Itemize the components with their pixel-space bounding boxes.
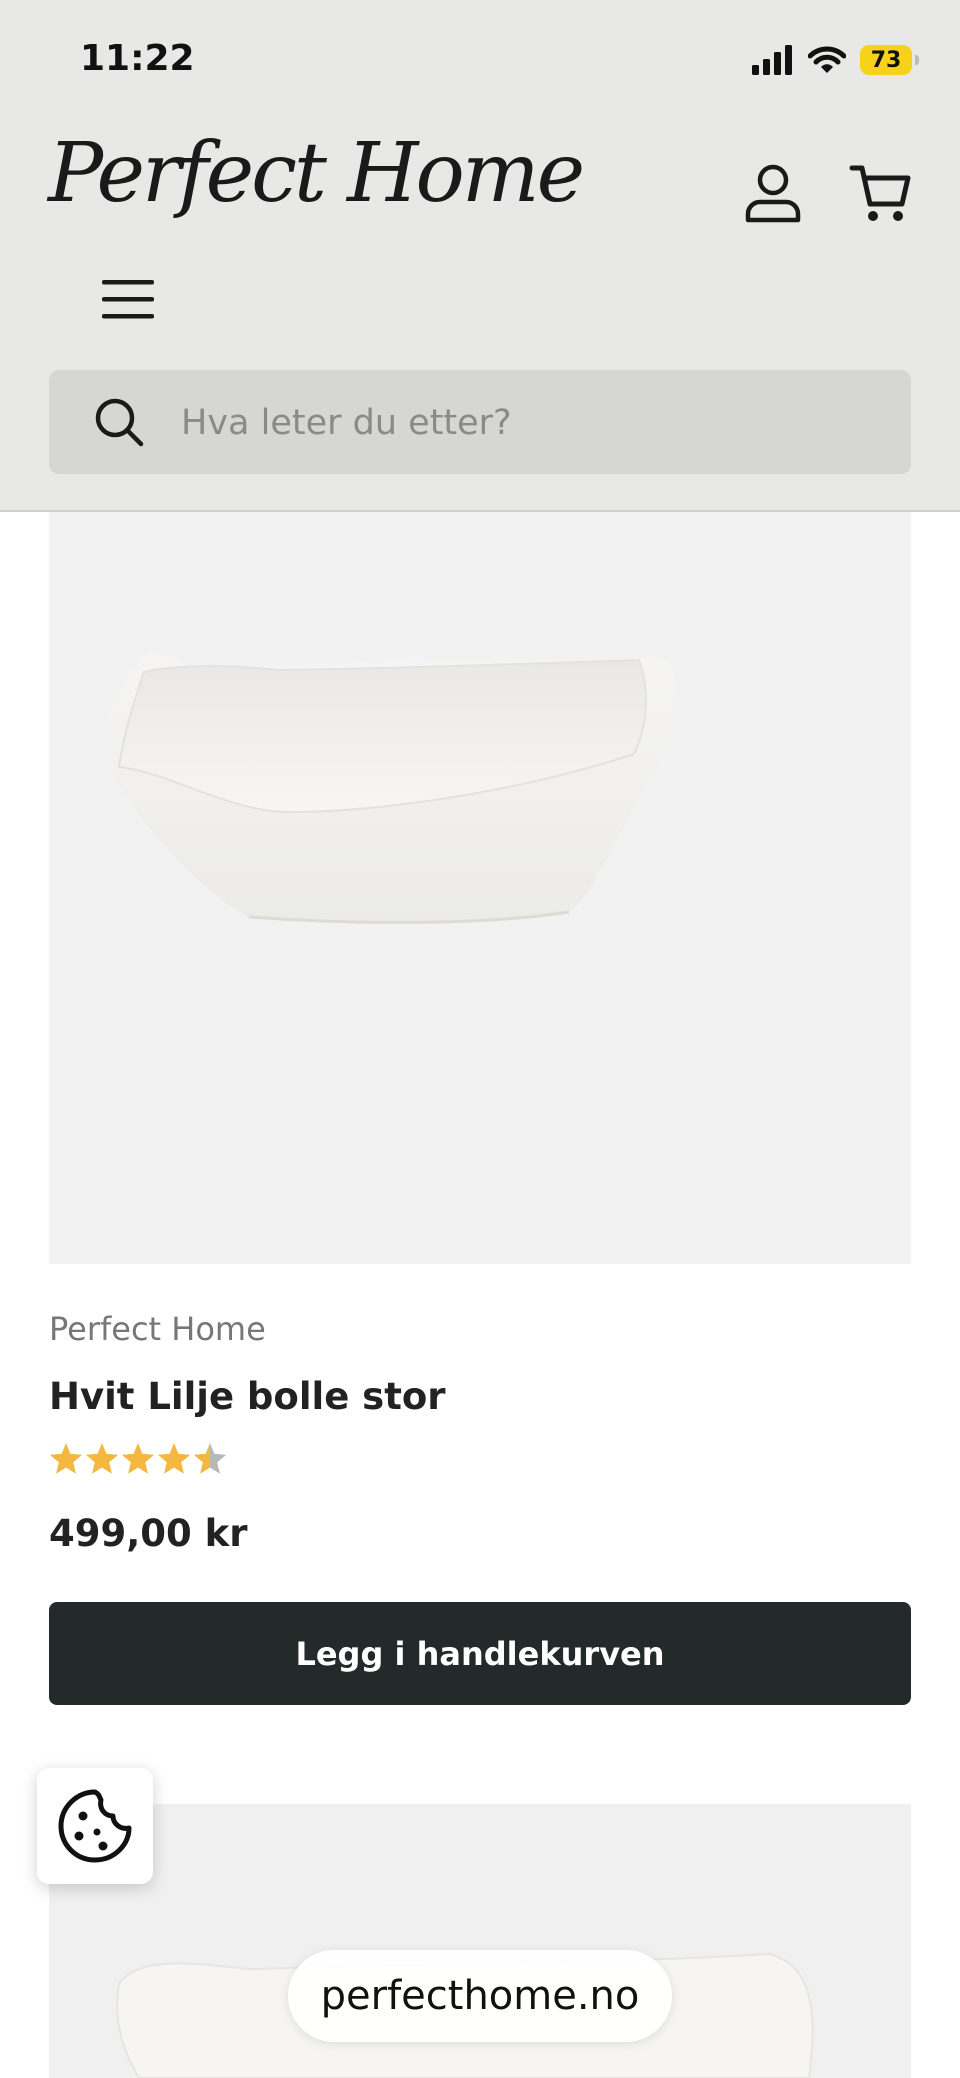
url-text: perfecthome.no	[320, 1973, 640, 2019]
rating-star	[49, 1443, 83, 1474]
cart-button[interactable]	[848, 160, 914, 226]
status-icons: 73	[752, 40, 919, 80]
product-image[interactable]	[49, 512, 911, 1264]
cookie-icon	[58, 1789, 132, 1863]
site-header: 11:22 73 Perfect Home	[0, 0, 960, 512]
product-rating	[49, 1440, 249, 1480]
product-price: 499,00 kr	[49, 1512, 248, 1555]
rating-star	[121, 1443, 155, 1474]
rating-star	[193, 1443, 227, 1474]
rating-star	[85, 1443, 119, 1474]
search-input[interactable]	[179, 370, 883, 476]
user-icon	[745, 164, 801, 223]
site-logo[interactable]: Perfect Home	[48, 118, 585, 258]
account-button[interactable]	[740, 160, 806, 226]
wifi-icon	[808, 46, 846, 73]
hamburger-icon	[102, 280, 154, 319]
cookie-settings-button[interactable]	[37, 1768, 153, 1884]
rating-star	[157, 1443, 191, 1474]
status-time: 11:22	[80, 38, 195, 79]
menu-button[interactable]	[100, 274, 156, 324]
logo-text: Perfect Home	[48, 126, 585, 221]
add-to-cart-button[interactable]: Legg i handlekurven	[49, 1602, 911, 1705]
search-icon	[95, 398, 144, 447]
product-vendor[interactable]: Perfect Home	[49, 1310, 266, 1348]
product-title[interactable]: Hvit Lilje bolle stor	[49, 1375, 446, 1418]
battery-level: 73	[870, 47, 902, 73]
battery-indicator: 73	[860, 45, 919, 75]
cart-icon	[849, 165, 911, 221]
rating-stars	[49, 1443, 227, 1474]
signal-icon	[752, 45, 792, 75]
search-bar[interactable]	[49, 370, 911, 476]
bowl-image	[104, 653, 677, 924]
browser-url-bar[interactable]: perfecthome.no	[288, 1950, 672, 2042]
